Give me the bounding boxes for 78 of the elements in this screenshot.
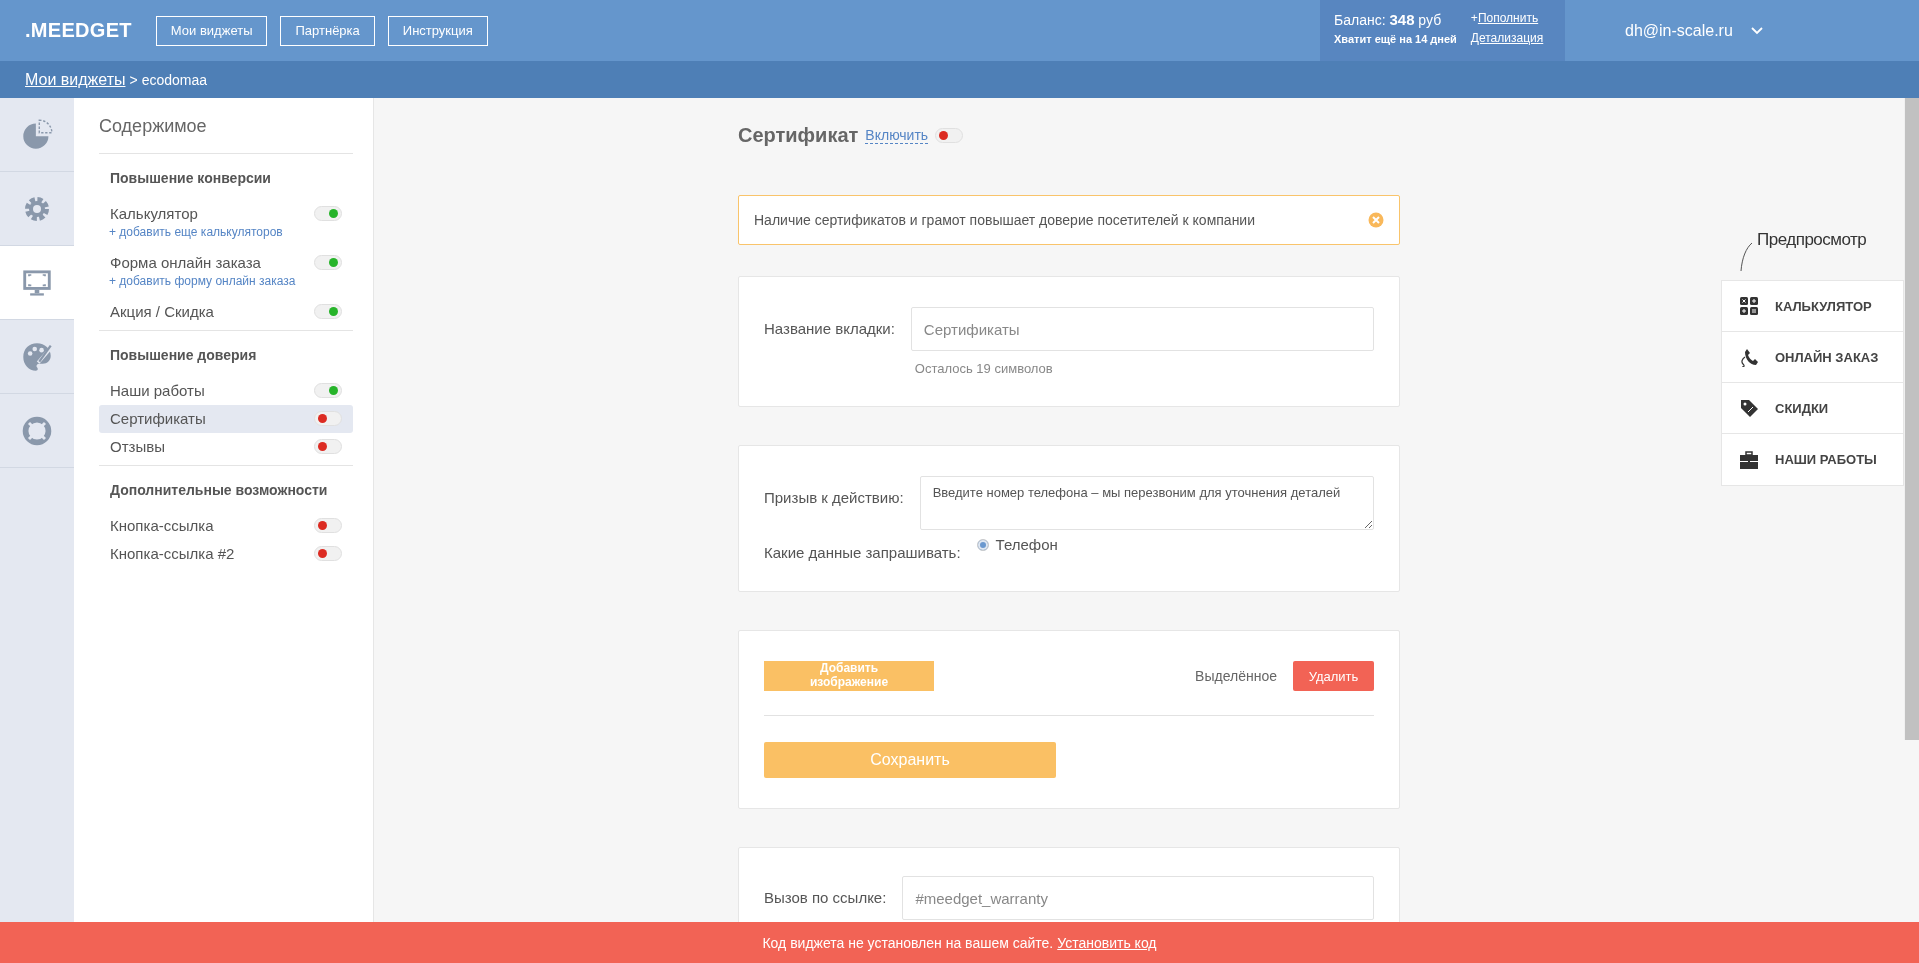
toggle-switch[interactable] — [314, 255, 342, 270]
item-label: Отзывы — [110, 438, 165, 455]
text-field[interactable]: Сертификаты — [910, 307, 1374, 351]
install-code-link[interactable]: Установить код — [1057, 934, 1157, 951]
toggle-switch[interactable] — [314, 518, 342, 533]
toggle-switch[interactable] — [314, 304, 342, 319]
sidebar-title: Содержимое — [99, 116, 353, 154]
text-area[interactable]: Введите номер телефона – мы перезвоним для уточнения деталей — [919, 476, 1374, 530]
palette-icon — [21, 340, 53, 373]
item-label: Наши работы — [110, 382, 205, 399]
page-title: Сертификат — [738, 124, 859, 147]
toggle-switch[interactable] — [314, 546, 342, 561]
sidebar-item[interactable]: Сертификаты — [99, 405, 353, 433]
item-label: Кнопка-ссылка — [110, 517, 214, 534]
section-heading: Повышение доверия — [109, 346, 258, 365]
logo[interactable]: .MEEDGET — [25, 19, 132, 42]
briefcase-icon — [1739, 449, 1759, 470]
field-label: Название вкладки: — [764, 319, 895, 337]
add-link[interactable]: + добавить еще калькуляторов — [109, 225, 342, 239]
calculator-icon — [1739, 296, 1759, 316]
text-field[interactable]: #meedget_warranty — [902, 876, 1374, 920]
add-link[interactable]: + добавить форму онлайн заказа — [109, 274, 342, 288]
sidebar-item[interactable]: Кнопка-ссылка — [99, 512, 353, 540]
item-label: Кнопка-ссылка #2 — [110, 545, 235, 562]
item-label: Акция / Скидка — [110, 303, 214, 320]
nav-button[interactable]: Инструкция — [387, 15, 488, 46]
toggle-switch[interactable] — [314, 383, 342, 398]
plus-sign: + — [1470, 11, 1478, 25]
sidebar-item[interactable]: Кнопка-ссылка #2 — [99, 540, 353, 568]
field-label: Призыв к действию: — [764, 488, 904, 506]
topup-link[interactable]: Пополнить — [1477, 11, 1539, 25]
toggle-switch[interactable] — [314, 411, 342, 426]
chevron-down-icon — [1750, 26, 1763, 35]
field-label: Какие данные запрашивать: — [764, 543, 961, 561]
preview-label: Предпросмотр — [1757, 230, 1867, 250]
toggle-switch[interactable] — [935, 128, 964, 143]
price-tag-icon — [1739, 398, 1759, 418]
section-heading: Дополнительные возможности — [109, 481, 329, 500]
balance-note: Хватит ещё на 14 дней — [1334, 33, 1457, 45]
phone-icon — [1739, 347, 1759, 367]
breadcrumb-separator: > — [129, 71, 138, 88]
notice-text: Код виджета не установлен на вашем сайте. — [762, 934, 1054, 951]
radio-button[interactable] — [976, 538, 989, 551]
breadcrumb-link[interactable]: Мои виджеты — [25, 70, 126, 89]
sidebar-item[interactable]: Акция / Скидка — [99, 298, 353, 326]
item-label: Форма онлайн заказа — [110, 254, 261, 271]
nav-button[interactable]: Мои виджеты — [155, 15, 268, 46]
preview-tab[interactable]: СКИДКИ — [1722, 383, 1903, 434]
selected-label: Выделённое — [1195, 668, 1277, 684]
scrollbar[interactable] — [1904, 98, 1919, 740]
breadcrumb-current: ecodomaa — [141, 71, 208, 88]
nav-button[interactable]: Партнёрка — [280, 15, 375, 46]
alert-text: Наличие сертификатов и грамот повышает доверие посетителей к компании — [754, 212, 1255, 228]
preview-tab[interactable]: НАШИ РАБОТЫ — [1722, 434, 1903, 485]
section-heading: Повышение конверсии — [109, 169, 272, 188]
pie-chart-icon — [21, 118, 53, 151]
user-email[interactable]: dh@in-scale.ru — [1625, 21, 1733, 40]
enable-link[interactable]: Включить — [865, 127, 929, 144]
radio-option[interactable]: Телефон — [976, 532, 1058, 553]
toggle-switch[interactable] — [314, 439, 342, 454]
field-label: Вызов по ссылке: — [764, 888, 887, 906]
balance-text: Баланс: 348 руб — [1334, 11, 1443, 28]
leader-line — [1739, 242, 1753, 272]
sidebar-item[interactable]: Калькулятор + добавить еще калькуляторов — [99, 200, 353, 249]
toggle-switch[interactable] — [314, 206, 342, 221]
preview-tab[interactable]: КАЛЬКУЛЯТОР — [1722, 281, 1903, 332]
delete-button[interactable]: Удалить — [1293, 661, 1374, 691]
item-label: Калькулятор — [110, 205, 198, 222]
lifebuoy-icon — [21, 414, 53, 447]
char-counter: Осталось 19 символов — [914, 361, 1054, 376]
rail-tab[interactable] — [0, 246, 74, 320]
item-label: Сертификаты — [110, 410, 206, 427]
details-link[interactable]: Детализация — [1470, 31, 1544, 45]
sidebar-item[interactable]: Отзывы — [99, 433, 353, 461]
sidebar-item[interactable]: Наши работы — [99, 377, 353, 405]
close-icon — [1368, 212, 1384, 228]
preview-tab[interactable]: ОНЛАЙН ЗАКАЗ — [1722, 332, 1903, 383]
sidebar-item[interactable]: Форма онлайн заказа + добавить форму онлайн заказа — [99, 249, 353, 298]
